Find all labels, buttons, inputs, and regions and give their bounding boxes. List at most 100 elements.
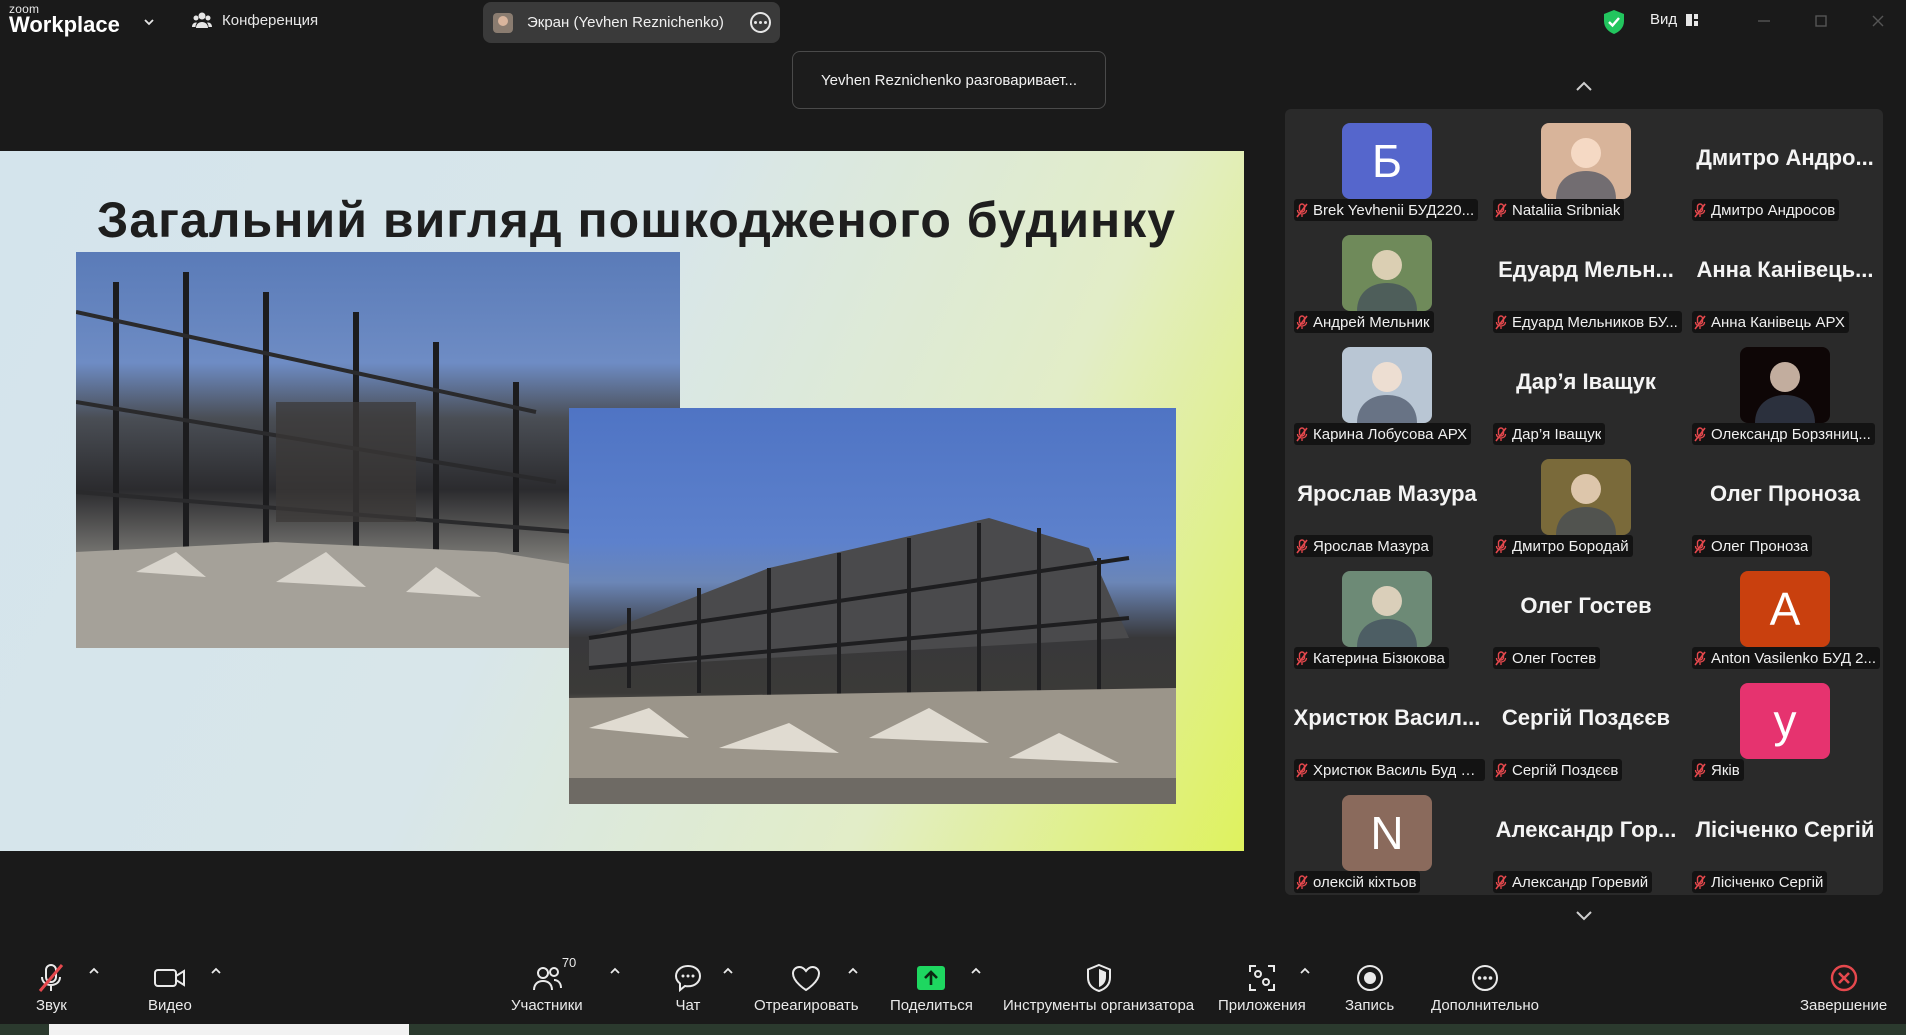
react-button[interactable]: Отреагировать <box>754 961 859 1014</box>
participant-label: Дар’я Іващук <box>1493 423 1606 445</box>
host-tools-button[interactable]: Инструменты организатора <box>1003 961 1194 1014</box>
meeting-label: Конференция <box>222 11 319 29</box>
participant-tile[interactable]: Карина Лобусова АРХ <box>1289 335 1485 445</box>
participant-name: Сергій Поздєєв <box>1512 761 1619 779</box>
participant-name: Ярослав Мазура <box>1313 537 1429 555</box>
participant-tile[interactable]: Nataliia Sribniak <box>1488 111 1684 221</box>
mic-muted-icon <box>1495 426 1507 441</box>
apps-icon <box>1247 961 1277 995</box>
os-taskbar-edge <box>0 1024 1906 1035</box>
gallery-scroll-down-icon[interactable] <box>1575 910 1593 922</box>
participant-name-display: Олег Проноза <box>1709 481 1861 506</box>
participant-name-display: Сергій Поздєєв <box>1501 705 1671 730</box>
security-shield-icon[interactable] <box>1602 9 1626 35</box>
title-bar: zoom Workplace Конференция Экран (Yevhen… <box>0 0 1906 44</box>
avatar-letter: N <box>1370 807 1404 859</box>
react-options-caret-icon[interactable] <box>847 967 859 975</box>
slide-title: Загальний вигляд пошкодженого будинку <box>97 192 1177 248</box>
close-window-icon[interactable] <box>1869 12 1887 30</box>
participant-tile[interactable]: Едуард Мельн... Едуард Мельников БУ... <box>1488 223 1684 333</box>
participant-tile[interactable]: Олександр Борзяниц... <box>1687 335 1883 445</box>
participant-tile[interactable]: Александр Гор... Александр Горевий <box>1488 783 1684 893</box>
video-button[interactable]: Видео <box>148 961 192 1014</box>
minimize-icon[interactable] <box>1755 12 1773 30</box>
participant-tile[interactable]: Катерина Бізюкова <box>1289 559 1485 669</box>
chat-button[interactable]: Чат <box>673 961 703 1014</box>
participant-name: Анна Канівець АРХ <box>1711 313 1845 331</box>
participant-label: Олег Гостев <box>1493 647 1601 669</box>
view-button[interactable]: Вид <box>1650 11 1699 28</box>
participant-tile[interactable]: A Anton Vasilenko БУД 2... <box>1687 559 1883 669</box>
participant-label: Brek Yevhenii БУД220... <box>1294 199 1479 221</box>
participant-tile[interactable]: Христюк Васил... Христюк Василь Буд 2... <box>1289 671 1485 781</box>
apps-button[interactable]: Приложения <box>1218 961 1306 1014</box>
audio-options-caret-icon[interactable] <box>88 967 100 975</box>
participant-photo-avatar <box>1342 571 1432 647</box>
gallery-scroll-up-icon[interactable] <box>1575 80 1593 92</box>
app-menu-chevron-icon[interactable] <box>142 15 156 29</box>
share-screen-button[interactable]: Поделиться <box>890 961 973 1014</box>
more-button[interactable]: Дополнительно <box>1431 961 1539 1014</box>
participant-tile[interactable]: Сергій Поздєєв Сергій Поздєєв <box>1488 671 1684 781</box>
meeting-info-button[interactable]: Конференция <box>192 11 318 29</box>
participant-tile[interactable]: Андрей Мельник <box>1289 223 1485 333</box>
participant-tile[interactable]: Олег Гостев Олег Гостев <box>1488 559 1684 669</box>
participant-label: Anton Vasilenko БУД 2... <box>1692 647 1880 669</box>
participant-name: олексій кіхтьов <box>1313 873 1417 891</box>
participant-label: Ярослав Мазура <box>1294 535 1433 557</box>
participant-name-display: Христюк Васил... <box>1293 705 1481 730</box>
participant-tile[interactable]: Дмитро Андро... Дмитро Андросов <box>1687 111 1883 221</box>
record-button[interactable]: Запись <box>1345 961 1394 1014</box>
heart-icon <box>790 961 822 995</box>
participant-tile[interactable]: Ярослав Мазура Ярослав Мазура <box>1289 447 1485 557</box>
mic-muted-icon <box>1495 650 1507 665</box>
participant-label: Лісіченко Сергій <box>1692 871 1828 893</box>
participant-tile[interactable]: у Яків <box>1687 671 1883 781</box>
participant-name-display: Дмитро Андро... <box>1696 145 1874 170</box>
mic-muted-icon <box>1296 874 1308 889</box>
mic-muted-icon <box>1495 538 1507 553</box>
participant-name: Олег Гостев <box>1512 649 1597 667</box>
screen-options-icon[interactable] <box>750 12 771 33</box>
participant-tile[interactable]: Олег Проноза Олег Проноза <box>1687 447 1883 557</box>
mic-muted-icon <box>1296 650 1308 665</box>
participant-name: Александр Горевий <box>1512 873 1649 891</box>
record-icon <box>1355 961 1385 995</box>
mic-muted-icon <box>1694 314 1706 329</box>
participants-icon: 70 <box>532 955 576 995</box>
shared-screen-content[interactable]: Загальний вигляд пошкодженого будинку <box>0 151 1244 851</box>
mic-muted-icon <box>36 961 66 995</box>
view-layout-icon <box>1686 13 1699 26</box>
participant-photo-avatar <box>1740 347 1830 423</box>
participant-label: Андрей Мельник <box>1294 311 1434 333</box>
participant-tile[interactable]: Дмитро Бородай <box>1488 447 1684 557</box>
mic-muted-icon <box>1296 202 1308 217</box>
share-options-caret-icon[interactable] <box>970 967 982 975</box>
meeting-controls: Звук Видео 70 Участники Чат Отреагироват… <box>0 949 1906 1024</box>
participant-tile[interactable]: Анна Канівець... Анна Канівець АРХ <box>1687 223 1883 333</box>
participant-label: Анна Канівець АРХ <box>1692 311 1849 333</box>
shared-screen-tab[interactable]: Экран (Yevhen Reznichenko) <box>483 2 780 43</box>
mic-muted-icon <box>1495 202 1507 217</box>
audio-button[interactable]: Звук <box>36 961 67 1014</box>
chat-options-caret-icon[interactable] <box>722 967 734 975</box>
participant-name: Христюк Василь Буд 2... <box>1313 761 1481 779</box>
participant-gallery: Б Brek Yevhenii БУД220... Nataliia Sribnia… <box>1285 109 1883 895</box>
participant-tile[interactable]: Дар’я Іващук Дар’я Іващук <box>1488 335 1684 445</box>
mic-muted-icon <box>1495 874 1507 889</box>
participant-name: Дмитро Андросов <box>1711 201 1836 219</box>
participant-tile[interactable]: Б Brek Yevhenii БУД220... <box>1289 111 1485 221</box>
apps-options-caret-icon[interactable] <box>1299 967 1311 975</box>
participant-photo-avatar <box>1541 123 1631 199</box>
maximize-icon[interactable] <box>1812 12 1830 30</box>
participants-options-caret-icon[interactable] <box>609 967 621 975</box>
damaged-building-photo-2 <box>569 408 1176 804</box>
participant-tile[interactable]: Nолексій кіхтьов <box>1289 783 1485 893</box>
mic-muted-icon <box>1694 538 1706 553</box>
mic-muted-icon <box>1296 538 1308 553</box>
avatar-letter: у <box>1773 695 1797 747</box>
video-options-caret-icon[interactable] <box>210 967 222 975</box>
participant-tile[interactable]: Лісіченко Сергій Лісіченко Сергій <box>1687 783 1883 893</box>
end-meeting-button[interactable]: Завершение <box>1800 961 1887 1014</box>
participants-button[interactable]: 70 Участники <box>511 955 583 1014</box>
